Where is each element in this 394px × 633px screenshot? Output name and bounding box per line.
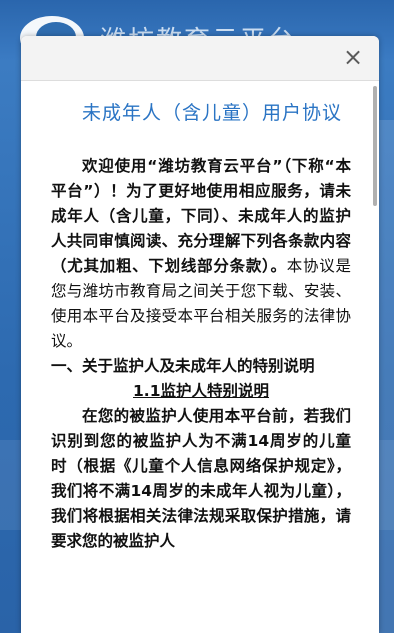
modal-header: × xyxy=(21,36,379,81)
subsection-heading: 1.1监护人特别说明 xyxy=(133,382,269,400)
agreement-content[interactable]: 未成年人（含儿童）用户协议 欢迎使用“潍坊教育云平台”（下称“本平台”）！为了更… xyxy=(21,80,379,633)
background-side-strip xyxy=(378,120,394,633)
section-heading: 一、关于监护人及未成年人的特别说明 xyxy=(51,357,315,375)
agreement-title: 未成年人（含儿童）用户协议 xyxy=(81,102,342,124)
agreement-modal: × 未成年人（含儿童）用户协议 欢迎使用“潍坊教育云平台”（下称“本平台”）！为… xyxy=(21,36,379,633)
intro-paragraph: 欢迎使用“潍坊教育云平台”（下称“本平台”）！为了更好地使用相应服务，请未成年人… xyxy=(51,154,351,354)
scrollbar-thumb[interactable] xyxy=(373,86,377,206)
agreement-body: 欢迎使用“潍坊教育云平台”（下称“本平台”）！为了更好地使用相应服务，请未成年人… xyxy=(51,154,351,554)
close-icon[interactable]: × xyxy=(341,44,365,70)
guardian-paragraph: 在您的被监护人使用本平台前，若我们识别到您的被监护人为不满14周岁的儿童时（根据… xyxy=(51,407,351,550)
